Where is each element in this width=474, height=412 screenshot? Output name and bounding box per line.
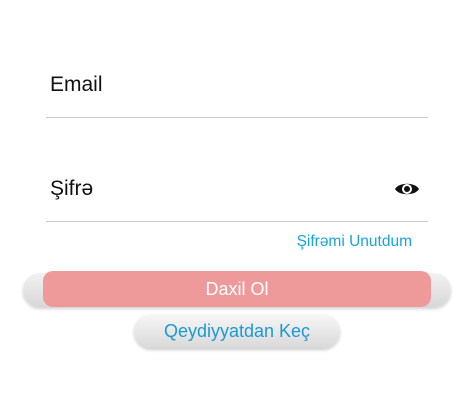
login-button[interactable]: Daxil Ol — [43, 271, 431, 307]
email-input[interactable] — [50, 70, 380, 100]
forgot-password-link[interactable]: Şifrəmi Unutdum — [297, 233, 412, 251]
password-input[interactable] — [50, 174, 380, 204]
login-screen: Şifrəmi Unutdum Daxil Ol Qeydiyyatdan Ke… — [0, 0, 474, 412]
email-field — [46, 60, 428, 118]
eye-icon[interactable] — [394, 179, 420, 199]
password-field — [46, 166, 428, 222]
register-button[interactable]: Qeydiyyatdan Keç — [134, 314, 340, 348]
